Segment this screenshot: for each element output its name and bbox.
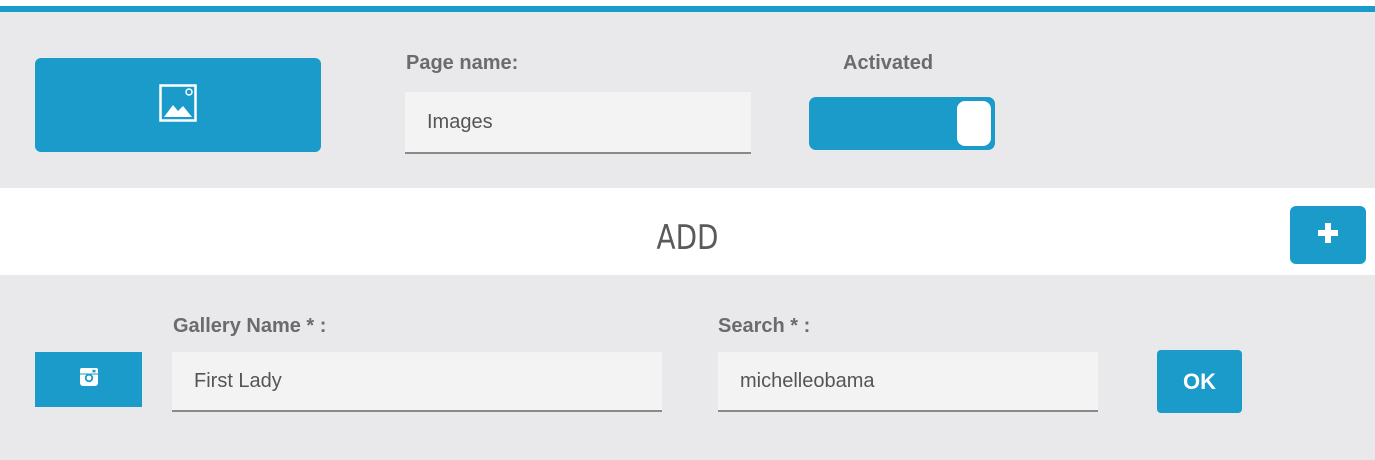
add-heading: ADD bbox=[656, 218, 719, 258]
gallery-name-input[interactable] bbox=[172, 352, 662, 412]
search-input[interactable] bbox=[718, 352, 1098, 412]
add-button[interactable] bbox=[1290, 206, 1366, 264]
image-icon bbox=[159, 83, 197, 127]
ok-button[interactable]: OK bbox=[1157, 350, 1242, 413]
gallery-name-label: Gallery Name * : bbox=[173, 315, 327, 337]
toggle-knob[interactable] bbox=[957, 101, 991, 146]
activated-label: Activated bbox=[843, 52, 934, 74]
page-icon-button[interactable] bbox=[35, 58, 321, 152]
top-bar bbox=[0, 0, 1375, 12]
page-settings-panel: Page name: Activated bbox=[0, 12, 1375, 188]
plus-icon bbox=[1317, 222, 1339, 249]
activated-toggle[interactable] bbox=[809, 97, 995, 150]
gallery-entry-panel: Gallery Name * : Search * : OK bbox=[0, 275, 1375, 460]
instagram-icon bbox=[79, 368, 98, 391]
search-label: Search * : bbox=[718, 315, 811, 337]
page-name-input[interactable] bbox=[405, 92, 751, 154]
instagram-source-button[interactable] bbox=[35, 352, 142, 407]
page-name-label: Page name: bbox=[406, 52, 519, 74]
